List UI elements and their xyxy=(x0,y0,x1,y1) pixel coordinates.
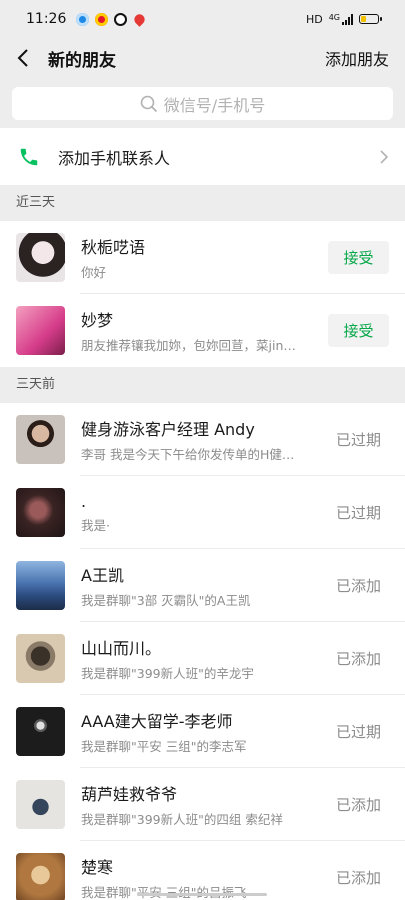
request-message: 我是群聊"平安 三组"的吕振飞 xyxy=(81,885,246,900)
avatar xyxy=(16,488,65,537)
request-info: AAA建大留学-李老师 我是群聊"平安 三组"的李志军 xyxy=(81,708,328,755)
request-status: 已过期 xyxy=(335,431,381,449)
request-message: 我是· xyxy=(81,517,110,533)
contact-name: 楚寒 xyxy=(81,858,114,877)
request-info: 健身游泳客户经理 Andy 李哥 我是今天下午给你发传单的H健… xyxy=(81,416,328,463)
accept-button[interactable]: 接受 xyxy=(328,314,389,347)
home-indicator[interactable] xyxy=(137,893,267,896)
map-pin-icon xyxy=(132,11,148,27)
avatar xyxy=(16,306,65,355)
recent-request-list: 秋栀呓语 你好 接受 妙梦 朋友推荐镶我加妳，包妳回荁，菜jin… 接受 xyxy=(0,221,405,367)
contact-name: 秋栀呓语 xyxy=(81,238,146,257)
signal-icon xyxy=(342,13,353,25)
search-placeholder: 微信号/手机号 xyxy=(163,95,266,115)
earlier-request-list: 健身游泳客户经理 Andy 李哥 我是今天下午给你发传单的H健… 已过期 . 我… xyxy=(0,403,405,900)
contact-name: . xyxy=(81,491,87,511)
phone-icon xyxy=(20,148,38,165)
request-status: 已添加 xyxy=(335,796,381,814)
page-title: 新的朋友 xyxy=(48,50,116,71)
contact-name: 健身游泳客户经理 Andy xyxy=(81,420,255,439)
contact-name: 妙梦 xyxy=(81,311,114,330)
list-item[interactable]: 秋栀呓语 你好 接受 xyxy=(0,221,405,294)
avatar xyxy=(16,853,65,900)
status-time: 11:26 xyxy=(26,11,67,27)
list-item[interactable]: AAA建大留学-李老师 我是群聊"平安 三组"的李志军 已过期 xyxy=(0,695,405,768)
list-item[interactable]: 葫芦娃救爷爷 我是群聊"399新人班"的四组 索纪祥 已添加 xyxy=(0,768,405,841)
request-info: 秋栀呓语 你好 xyxy=(81,234,328,281)
contact-name: A王凯 xyxy=(81,566,124,585)
add-phone-contacts-row[interactable]: 添加手机联系人 xyxy=(0,128,405,185)
request-message: 李哥 我是今天下午给你发传单的H健… xyxy=(81,447,295,462)
contact-name: AAA建大留学-李老师 xyxy=(81,712,233,731)
section-header-recent: 近三天 xyxy=(0,185,405,221)
list-item[interactable]: 健身游泳客户经理 Andy 李哥 我是今天下午给你发传单的H健… 已过期 xyxy=(0,403,405,476)
battery-icon xyxy=(359,14,382,24)
search-container: 微信号/手机号 xyxy=(0,78,405,128)
search-icon xyxy=(140,95,157,112)
request-status: 已过期 xyxy=(335,504,381,522)
status-left: 11:26 xyxy=(26,11,148,27)
add-phone-left: 添加手机联系人 xyxy=(18,145,170,169)
qq-browser-icon xyxy=(114,12,128,26)
request-message: 朋友推荐镶我加妳，包妳回荁，菜jin… xyxy=(81,338,296,353)
network-label: 4G xyxy=(328,12,340,22)
request-message: 我是群聊"399新人班"的辛龙宇 xyxy=(81,666,254,681)
status-right: HD 4G xyxy=(305,12,382,26)
contact-name: 葫芦娃救爷爷 xyxy=(81,785,178,804)
back-arrow-icon[interactable] xyxy=(12,47,34,69)
tencent-icon xyxy=(76,12,90,26)
chevron-right-icon xyxy=(380,149,389,164)
request-info: 妙梦 朋友推荐镶我加妳，包妳回荁，菜jin… xyxy=(81,307,328,354)
avatar xyxy=(16,561,65,610)
request-info: . 我是· xyxy=(81,492,328,534)
request-message: 你好 xyxy=(81,265,107,280)
status-bar: 11:26 HD 4G xyxy=(0,0,405,38)
section-header-earlier: 三天前 xyxy=(0,367,405,403)
request-status: 已过期 xyxy=(335,723,381,741)
search-input[interactable]: 微信号/手机号 xyxy=(12,87,393,120)
avatar xyxy=(16,233,65,282)
avatar xyxy=(16,415,65,464)
list-item[interactable]: 妙梦 朋友推荐镶我加妳，包妳回荁，菜jin… 接受 xyxy=(0,294,405,367)
list-item[interactable]: 楚寒 我是群聊"平安 三组"的吕振飞 已添加 xyxy=(0,841,405,900)
request-message: 我是群聊"平安 三组"的李志军 xyxy=(81,739,247,754)
add-phone-label: 添加手机联系人 xyxy=(58,148,171,168)
avatar xyxy=(16,634,65,683)
navigation-bar: 新的朋友 添加朋友 xyxy=(0,38,405,78)
accept-button[interactable]: 接受 xyxy=(328,241,389,274)
request-info: 山山而川。 我是群聊"399新人班"的辛龙宇 xyxy=(81,635,328,682)
request-info: A王凯 我是群聊"3部 灭霸队"的A王凯 xyxy=(81,562,328,609)
list-item[interactable]: 山山而川。 我是群聊"399新人班"的辛龙宇 已添加 xyxy=(0,622,405,695)
add-friend-button[interactable]: 添加朋友 xyxy=(325,46,389,70)
avatar xyxy=(16,780,65,829)
list-item[interactable]: A王凯 我是群聊"3部 灭霸队"的A王凯 已添加 xyxy=(0,549,405,622)
contact-name: 山山而川。 xyxy=(81,639,162,658)
request-status: 已添加 xyxy=(335,869,381,887)
weibo-icon xyxy=(95,12,109,26)
request-message: 我是群聊"3部 灭霸队"的A王凯 xyxy=(81,593,251,608)
request-message: 我是群聊"399新人班"的四组 索纪祥 xyxy=(81,812,283,827)
hd-label: HD xyxy=(305,12,323,26)
request-info: 葫芦娃救爷爷 我是群聊"399新人班"的四组 索纪祥 xyxy=(81,781,328,828)
request-status: 已添加 xyxy=(335,650,381,668)
request-status: 已添加 xyxy=(335,577,381,595)
avatar xyxy=(16,707,65,756)
nav-left: 新的朋友 xyxy=(12,46,116,71)
list-item[interactable]: . 我是· 已过期 xyxy=(0,476,405,549)
